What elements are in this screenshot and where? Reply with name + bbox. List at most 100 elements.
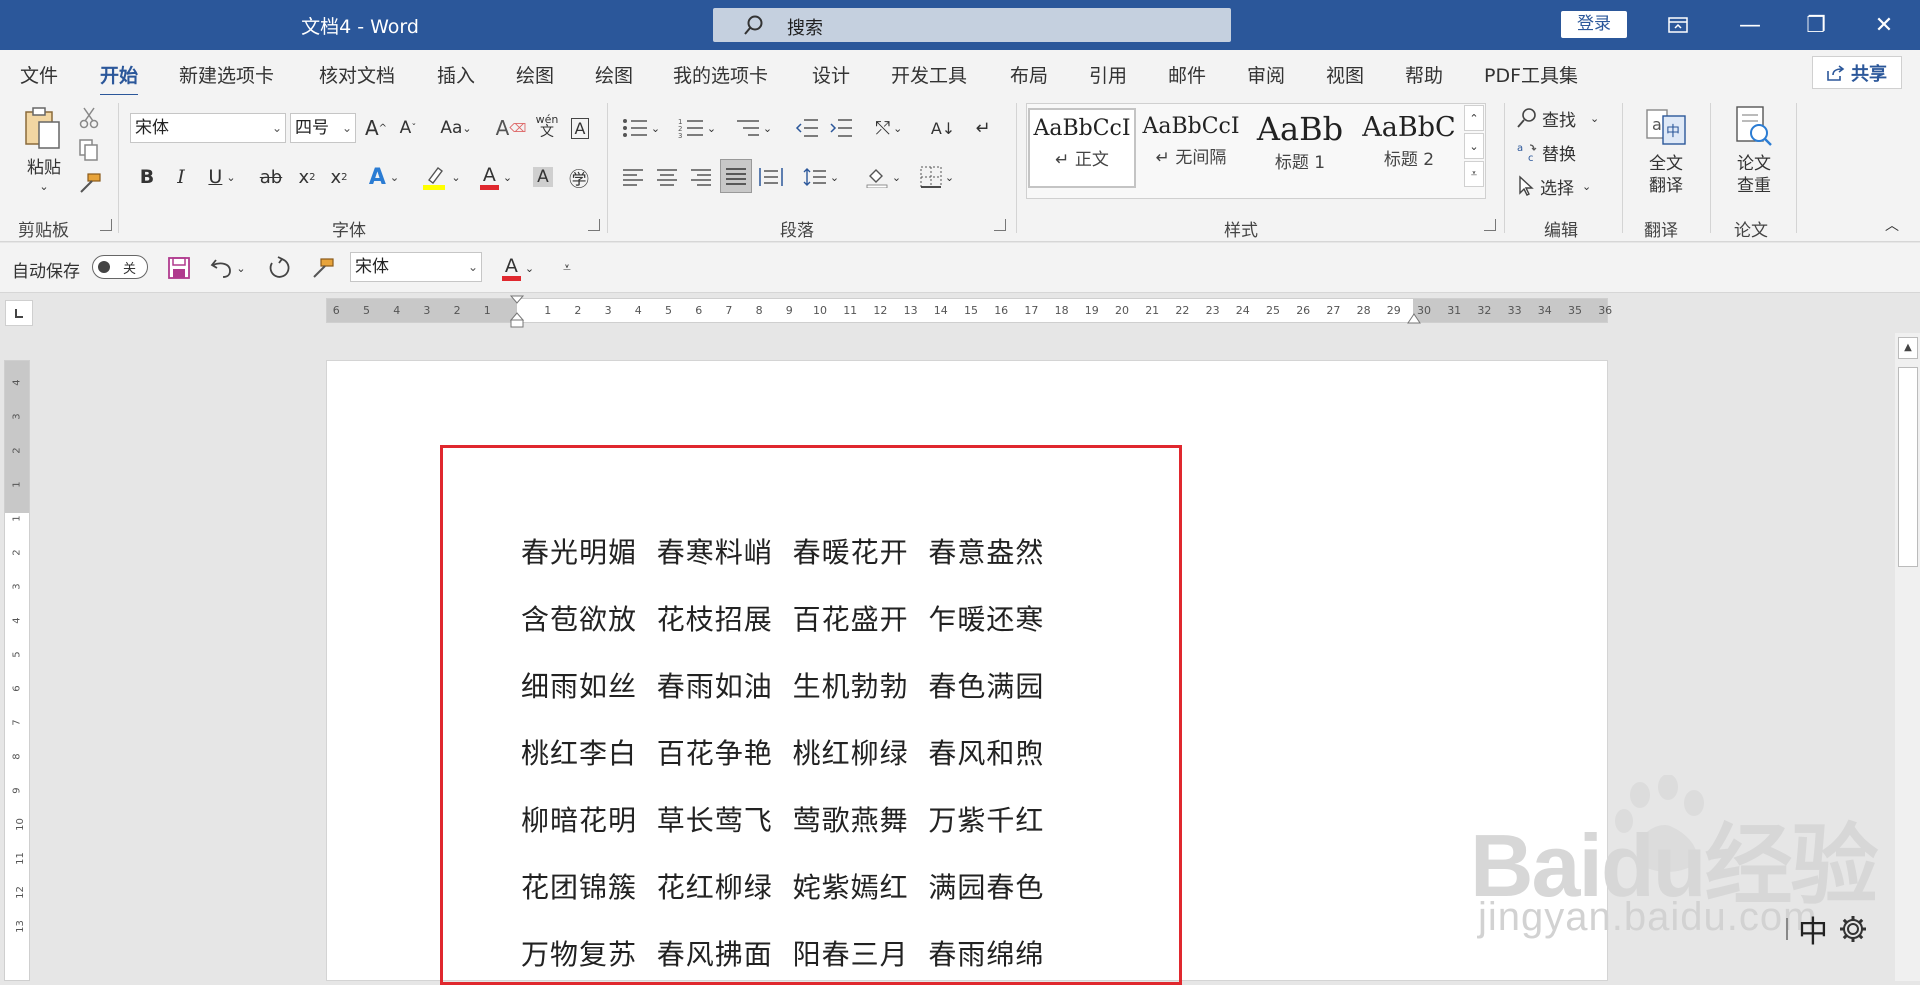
strikethrough-icon[interactable]: ab — [256, 162, 286, 192]
tab-references[interactable]: 引用 — [1089, 61, 1127, 88]
search-box[interactable]: 搜索 — [713, 8, 1231, 42]
paste-dropdown-chevron-icon[interactable]: ⌄ — [34, 179, 54, 193]
find-button[interactable]: 查找 ⌄ — [1516, 103, 1606, 133]
tab-home[interactable]: 开始 — [100, 61, 139, 97]
font-launcher-icon[interactable] — [588, 219, 600, 231]
document-line[interactable]: 花团锦簇 花红柳绿 姹紫嫣红 满园春色 — [521, 866, 1044, 906]
style-heading-1[interactable]: AaBb 标题 1 — [1246, 108, 1354, 188]
qat-font-name-combo[interactable]: 宋体 ⌄ — [350, 252, 482, 282]
chinese-layout-button[interactable]: ⤲ ⌄ — [866, 113, 912, 143]
full-text-translate-button[interactable]: a中 — [1644, 105, 1688, 149]
superscript-icon[interactable]: x2 — [326, 162, 352, 192]
subscript-icon[interactable]: x2 — [294, 162, 320, 192]
document-page[interactable]: 春光明媚 春寒料峭 春暖花开 春意盎然 含苞欲放 花枝招展 百花盛开 乍暖还寒 … — [326, 360, 1608, 985]
vertical-scrollbar[interactable]: ▲ — [1895, 333, 1920, 981]
character-shading-icon[interactable]: A — [530, 162, 556, 192]
tab-check-document[interactable]: 核对文档 — [319, 61, 395, 88]
character-border-icon[interactable]: A — [566, 113, 594, 143]
paper-check-button[interactable] — [1732, 105, 1776, 149]
customize-qat-icon[interactable]: ⩡ — [556, 253, 578, 283]
qat-font-color-button[interactable]: A ⌄ — [496, 253, 540, 283]
tab-developer[interactable]: 开发工具 — [891, 61, 967, 88]
styles-scroll-down-icon[interactable]: ⌄ — [1464, 133, 1484, 159]
align-center-icon[interactable] — [652, 162, 682, 192]
bullets-button[interactable]: ⌄ — [618, 113, 664, 143]
save-button[interactable] — [164, 253, 194, 283]
document-line[interactable]: 万物复苏 春风拂面 阳春三月 春雨绵绵 — [521, 933, 1044, 973]
tab-file[interactable]: 文件 — [20, 61, 58, 88]
ribbon-display-options-button[interactable] — [1646, 0, 1710, 50]
format-painter-qat-button[interactable] — [308, 253, 338, 283]
document-line[interactable]: 春光明媚 春寒料峭 春暖花开 春意盎然 — [521, 531, 1044, 571]
underline-button[interactable]: U ⌄ — [202, 162, 242, 192]
highlight-button[interactable]: ⌄ — [418, 162, 464, 192]
enclose-characters-icon[interactable]: ㊫ — [564, 162, 594, 192]
tab-help[interactable]: 帮助 — [1405, 61, 1443, 88]
styles-more-icon[interactable]: ⩡ — [1464, 161, 1484, 187]
font-name-combo[interactable]: 宋体 ⌄ — [130, 113, 286, 143]
numbering-button[interactable]: 1 2 3 ⌄ — [674, 113, 720, 143]
style-normal[interactable]: AaBbCcI ↵ 正文 — [1028, 108, 1136, 188]
clipboard-launcher-icon[interactable] — [100, 219, 112, 231]
italic-icon[interactable]: I — [168, 162, 194, 192]
collapse-ribbon-icon[interactable]: ︿ — [1882, 215, 1902, 235]
change-case-button[interactable]: Aa ⌄ — [434, 113, 478, 143]
shrink-font-icon[interactable]: Aˇ — [394, 113, 422, 143]
increase-indent-icon[interactable] — [826, 113, 856, 143]
gear-icon[interactable] — [1838, 914, 1868, 944]
ime-mode[interactable]: 中 — [1798, 907, 1828, 951]
minimize-button[interactable]: — — [1718, 0, 1782, 50]
right-indent-marker-icon[interactable] — [1406, 313, 1422, 325]
bold-icon[interactable]: B — [134, 162, 160, 192]
phonetic-guide-button[interactable]: wén 文 — [534, 109, 560, 143]
align-right-icon[interactable] — [686, 162, 716, 192]
distributed-icon[interactable] — [756, 162, 786, 192]
tab-my-tab[interactable]: 我的选项卡 — [673, 61, 768, 88]
select-button[interactable]: 选择 ⌄ — [1516, 171, 1606, 201]
tab-layout[interactable]: 布局 — [1010, 61, 1048, 88]
document-line[interactable]: 细雨如丝 春雨如油 生机勃勃 春色满园 — [521, 665, 1044, 705]
scroll-thumb[interactable] — [1898, 367, 1918, 567]
undo-button[interactable]: ⌄ — [206, 253, 250, 283]
login-button[interactable]: 登录 — [1561, 11, 1627, 38]
horizontal-ruler[interactable]: 6 5 4 3 2 1 1 2 3 4 5 6 7 8 9 10 11 12 13 14 15 16 17 18 19 20 21 2… — [326, 295, 1612, 328]
tab-view[interactable]: 视图 — [1326, 61, 1364, 88]
decrease-indent-icon[interactable] — [792, 113, 822, 143]
tab-insert[interactable]: 插入 — [437, 61, 475, 88]
format-painter-button[interactable] — [76, 170, 104, 196]
font-color-button[interactable]: A ⌄ — [474, 162, 518, 192]
tab-selector-button[interactable] — [5, 300, 33, 326]
multilevel-list-button[interactable]: ⌄ — [730, 113, 776, 143]
close-button[interactable]: ✕ — [1852, 0, 1916, 50]
styles-scroll-up-icon[interactable]: ⌃ — [1464, 105, 1484, 131]
style-no-spacing[interactable]: AaBbCcI ↵ 无间隔 — [1137, 108, 1245, 188]
align-left-icon[interactable] — [618, 162, 648, 192]
document-line[interactable]: 柳暗花明 草长莺飞 莺歌燕舞 万紫千红 — [521, 799, 1044, 839]
tab-draw-1[interactable]: 绘图 — [516, 61, 554, 88]
tab-draw-2[interactable]: 绘图 — [595, 61, 633, 88]
tab-review[interactable]: 审阅 — [1247, 61, 1285, 88]
replace-button[interactable]: ac 替换 — [1516, 137, 1606, 167]
paragraph-launcher-icon[interactable] — [994, 219, 1006, 231]
line-spacing-button[interactable]: ⌄ — [798, 162, 844, 192]
borders-button[interactable]: ⌄ — [914, 162, 960, 192]
tab-design[interactable]: 设计 — [812, 61, 850, 88]
tab-new-tab[interactable]: 新建选项卡 — [179, 61, 274, 88]
clear-formatting-icon[interactable]: A ⌫ — [496, 113, 527, 143]
shading-button[interactable]: ⌄ — [860, 162, 906, 192]
text-effects-button[interactable]: A ⌄ — [364, 162, 404, 192]
sort-icon[interactable]: A↓ — [928, 113, 958, 143]
paste-button[interactable] — [18, 105, 68, 151]
copy-button[interactable] — [76, 137, 102, 163]
font-size-combo[interactable]: 四号 ⌄ — [290, 113, 356, 143]
justify-icon[interactable] — [720, 159, 752, 193]
cut-button[interactable] — [76, 105, 102, 131]
grow-font-icon[interactable]: A ^ — [362, 113, 390, 143]
tab-mailings[interactable]: 邮件 — [1168, 61, 1206, 88]
autosave-toggle[interactable]: 关 — [92, 255, 148, 279]
styles-launcher-icon[interactable] — [1484, 219, 1496, 231]
show-marks-icon[interactable]: ↵ — [968, 113, 998, 143]
indent-marker-icon[interactable] — [509, 295, 525, 329]
maximize-button[interactable]: ❐ — [1784, 0, 1848, 50]
tab-pdf-tools[interactable]: PDF工具集 — [1484, 61, 1578, 88]
